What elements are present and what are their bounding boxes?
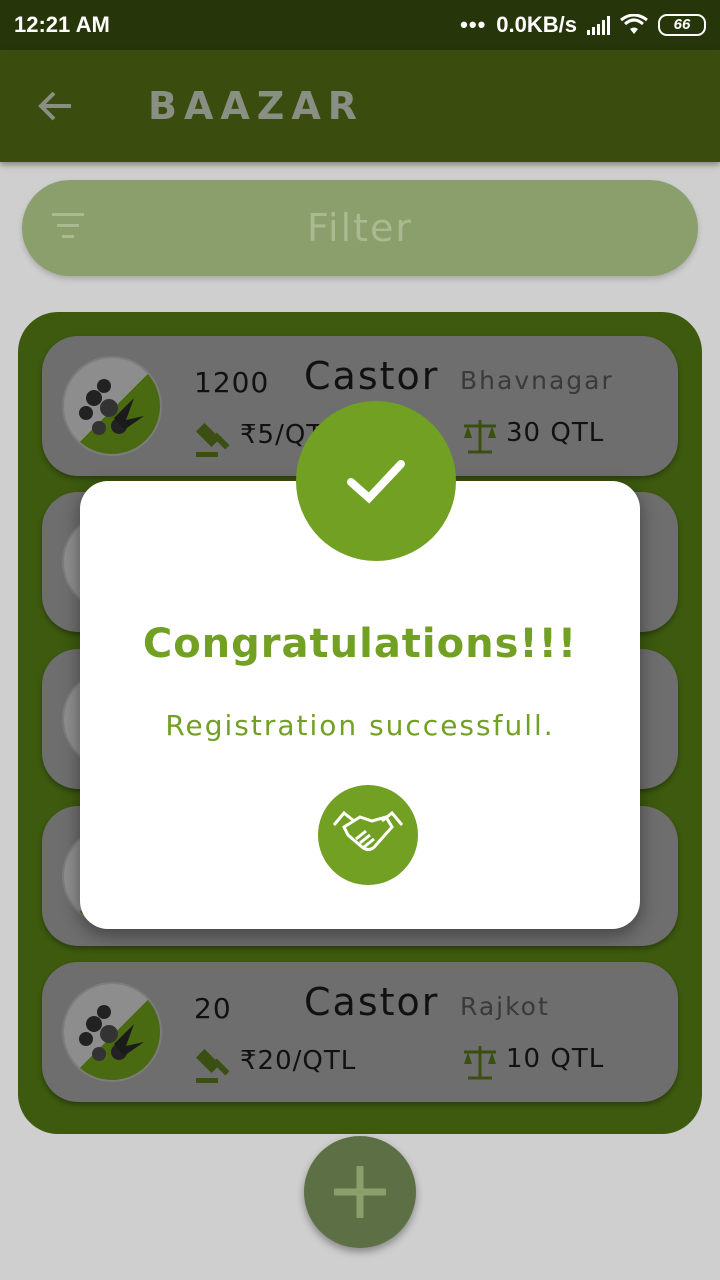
check-icon xyxy=(296,401,456,561)
handshake-icon xyxy=(318,785,418,885)
dialog-title: Congratulations!!! xyxy=(142,621,578,667)
dialog-message: Registration successfull. xyxy=(165,709,555,742)
